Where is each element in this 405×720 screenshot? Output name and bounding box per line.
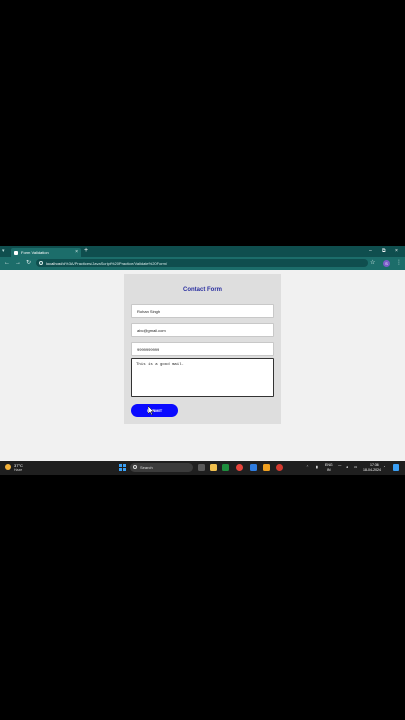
- file-explorer-icon[interactable]: [210, 464, 217, 471]
- windows-start-icon[interactable]: [119, 464, 126, 471]
- volume-icon[interactable]: ◂: [346, 465, 348, 469]
- forward-arrow-icon[interactable]: →: [15, 259, 21, 267]
- wifi-icon[interactable]: ⌒: [338, 465, 342, 470]
- profile-avatar[interactable]: S: [383, 260, 390, 267]
- name-input[interactable]: Rohan Singh: [131, 304, 274, 318]
- excel-icon[interactable]: [222, 464, 229, 471]
- language-code[interactable]: ENG: [325, 463, 333, 467]
- tray-chevron-icon[interactable]: ⌃: [306, 465, 309, 469]
- tab-list-icon[interactable]: ▾: [2, 248, 5, 254]
- back-arrow-icon[interactable]: ←: [4, 259, 10, 267]
- battery-icon[interactable]: ▭: [354, 465, 357, 469]
- address-bar[interactable]: localhost/d%3A/Practices/JavaScript%20Pr…: [36, 259, 368, 267]
- taskbar-search[interactable]: Search: [130, 463, 193, 472]
- email-input[interactable]: abc@gmail.com: [131, 323, 274, 337]
- site-info-icon[interactable]: [39, 260, 43, 265]
- app-icon[interactable]: [276, 464, 283, 471]
- page-favicon-icon: [14, 250, 18, 255]
- browser-tab-strip: ▾ Form Validation × + – ⧉ ×: [0, 246, 405, 257]
- new-tab-button[interactable]: +: [84, 247, 88, 255]
- notification-bell-icon[interactable]: ◔: [383, 465, 385, 469]
- browser-toolbar: ← → ↻ localhost/d%3A/Practices/JavaScrip…: [0, 257, 405, 270]
- browser-menu-icon[interactable]: ⋮: [396, 259, 402, 267]
- close-window-button[interactable]: ×: [395, 247, 398, 255]
- vlc-icon[interactable]: [263, 464, 270, 471]
- tab-title: Form Validation: [21, 249, 49, 255]
- restore-window-button[interactable]: ⧉: [382, 247, 386, 255]
- chrome-icon[interactable]: [236, 464, 243, 471]
- tab-close-icon[interactable]: ×: [75, 249, 78, 255]
- contact-form: Contact Form Rohan Singh abc@gmail.com 9…: [124, 274, 281, 424]
- bookmark-star-icon[interactable]: ☆: [370, 259, 375, 267]
- address-url: localhost/d%3A/Practices/JavaScript%20Pr…: [46, 261, 167, 266]
- web-page: Contact Form Rohan Singh abc@gmail.com 9…: [0, 270, 405, 461]
- url-host: localhost: [46, 260, 62, 266]
- weather-description: Haze: [14, 468, 23, 472]
- browser-tab[interactable]: Form Validation ×: [11, 248, 81, 257]
- submit-button[interactable]: SUBMIT: [131, 404, 178, 417]
- clock-date[interactable]: 18-04-2024: [363, 468, 381, 472]
- copilot-icon[interactable]: [393, 464, 399, 471]
- url-path: /d%3A/Practices/JavaScript%20Practice/Va…: [61, 260, 168, 266]
- mouse-pointer-icon: [148, 406, 154, 415]
- language-region[interactable]: IN: [327, 468, 331, 472]
- desktop-screen: ▾ Form Validation × + – ⧉ × ← → ↻ localh…: [0, 246, 405, 475]
- vscode-icon[interactable]: [250, 464, 257, 471]
- search-placeholder: Search: [140, 465, 153, 470]
- weather-haze-icon[interactable]: [5, 464, 11, 470]
- search-icon: [133, 464, 137, 469]
- tray-device-icon[interactable]: ▮: [316, 465, 318, 469]
- clock-time[interactable]: 17:36: [370, 463, 379, 467]
- form-title: Contact Form: [183, 287, 222, 293]
- minimize-window-button[interactable]: –: [369, 247, 372, 255]
- phone-input[interactable]: 9999999999: [131, 342, 274, 356]
- reload-icon[interactable]: ↻: [26, 259, 31, 267]
- windows-taskbar: 37°C Haze Search ⌃ ▮ ENG IN ⌒ ◂ ▭ 17:36 …: [0, 461, 405, 475]
- task-view-icon[interactable]: [198, 464, 205, 471]
- message-textarea[interactable]: This is a good mail.: [131, 358, 274, 397]
